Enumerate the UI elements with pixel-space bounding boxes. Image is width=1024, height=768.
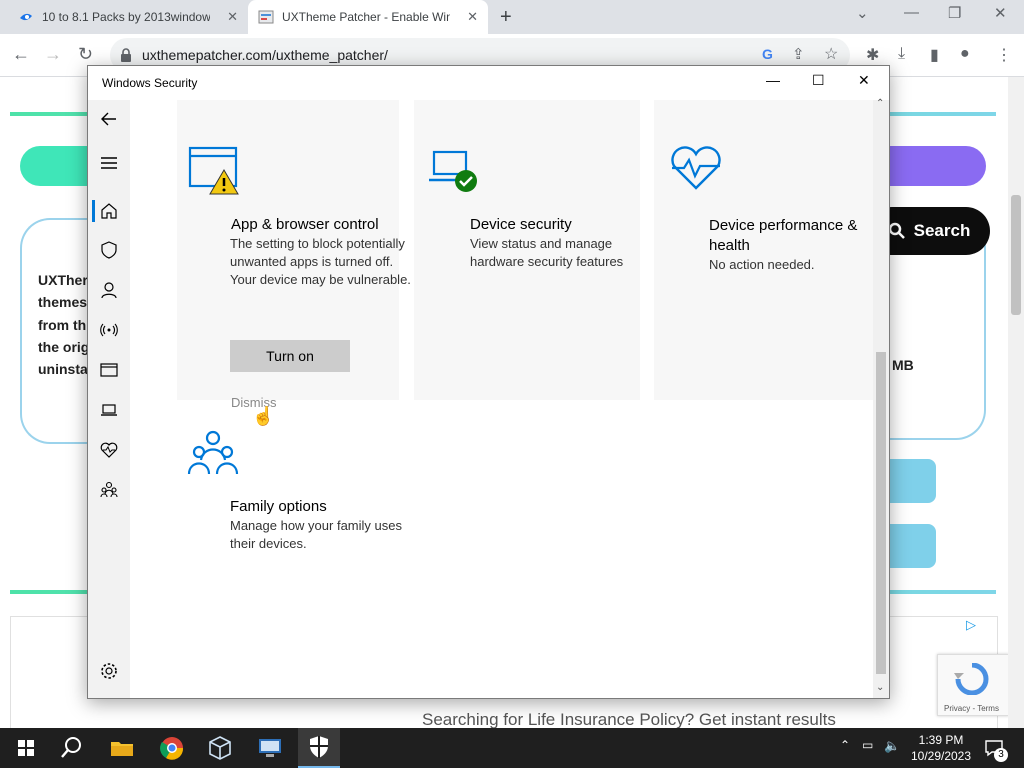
health-heart-icon[interactable] xyxy=(100,441,118,459)
close-icon[interactable]: ✕ xyxy=(858,72,870,89)
lock-icon[interactable] xyxy=(120,48,132,62)
notification-count-badge: 3 xyxy=(994,748,1008,762)
search-button-label: Search xyxy=(913,221,971,240)
shield-icon xyxy=(310,736,328,758)
recaptcha-terms[interactable]: Privacy - Terms xyxy=(944,704,999,713)
network-icon[interactable]: ▭ xyxy=(862,738,873,752)
windows-security-window: Windows Security — ☐ ✕ App & browser con… xyxy=(87,65,890,699)
turn-on-button[interactable]: Turn on xyxy=(230,340,350,372)
device-security-check-icon xyxy=(429,150,477,192)
tab-title: 10 to 8.1 Packs by 2013windows xyxy=(42,10,210,24)
tab-title: UXTheme Patcher - Enable Wind xyxy=(282,10,450,24)
recaptcha-badge[interactable]: Privacy - Terms xyxy=(937,654,1009,716)
virtualbox-icon[interactable] xyxy=(206,734,234,762)
card-desc-app-browser: The setting to block potentially unwante… xyxy=(230,236,411,287)
content-scrollbar-thumb[interactable] xyxy=(876,352,886,674)
windows-security-taskbar-button[interactable] xyxy=(298,728,340,768)
new-tab-icon[interactable]: + xyxy=(500,6,512,29)
device-security-icon[interactable] xyxy=(100,401,118,419)
system-clock[interactable]: 1:39 PM 10/29/2023 xyxy=(905,732,977,764)
file-size-unit: MB xyxy=(892,357,914,373)
ad-text[interactable]: Searching for Life Insurance Policy? Get… xyxy=(422,710,836,730)
scroll-down-icon[interactable]: ⌄ xyxy=(876,682,884,693)
search-icon xyxy=(888,222,905,239)
side-panel-icon[interactable]: ▮ xyxy=(930,45,939,65)
windows-taskbar: ⌃ ▭ 🔈 1:39 PM 10/29/2023 3 xyxy=(0,728,1024,768)
card-title-device-security[interactable]: Device security xyxy=(470,216,572,233)
browser-tab-2-active[interactable]: UXTheme Patcher - Enable Wind ✕ xyxy=(248,0,488,34)
family-options-icon xyxy=(187,430,239,475)
download-icon[interactable]: ⤓ xyxy=(898,45,905,63)
back-arrow-icon[interactable] xyxy=(100,110,118,128)
browser-tab-1[interactable]: 10 to 8.1 Packs by 2013windows ✕ xyxy=(8,0,248,34)
close-tab-icon[interactable]: ✕ xyxy=(227,9,238,25)
reload-icon[interactable]: ↻ xyxy=(78,44,93,65)
profile-avatar-icon[interactable]: ● xyxy=(960,45,970,63)
file-explorer-icon[interactable] xyxy=(108,734,136,762)
window-title: Windows Security xyxy=(102,76,198,90)
restore-icon[interactable]: ❐ xyxy=(948,4,961,22)
clock-date: 10/29/2023 xyxy=(910,749,972,763)
google-lens-icon[interactable]: G xyxy=(762,46,773,62)
maximize-icon[interactable]: ☐ xyxy=(812,72,825,89)
back-icon[interactable]: ← xyxy=(12,44,30,65)
bookmark-star-icon[interactable]: ☆ xyxy=(824,44,838,64)
security-content: App & browser control The setting to blo… xyxy=(130,100,873,698)
browser-tab-bar: 10 to 8.1 Packs by 2013windows ✕ UXTheme… xyxy=(0,0,1024,34)
close-window-icon[interactable]: ✕ xyxy=(994,4,1007,22)
recaptcha-icon xyxy=(954,663,989,695)
app-browser-warning-icon xyxy=(188,146,239,195)
settings-gear-icon[interactable] xyxy=(100,662,118,680)
page-scrollbar-thumb[interactable] xyxy=(1011,195,1021,315)
chrome-menu-icon[interactable]: ⋮ xyxy=(996,45,1012,65)
shield-icon[interactable] xyxy=(100,241,118,259)
card-desc-family-options: Manage how your family uses their device… xyxy=(230,518,402,551)
site-favicon-icon xyxy=(20,13,32,21)
forward-icon[interactable]: → xyxy=(44,44,62,65)
card-text-line: the orig xyxy=(38,339,90,355)
minimize-icon[interactable]: — xyxy=(904,4,919,21)
card-text-line: uninsta xyxy=(38,361,88,377)
card-text-line: from th xyxy=(38,317,87,333)
url-text: uxthemepatcher.com/uxtheme_patcher/ xyxy=(142,47,388,63)
card-desc-device-performance: No action needed. xyxy=(709,257,815,272)
selected-nav-indicator xyxy=(92,200,95,222)
hamburger-menu-icon[interactable] xyxy=(100,154,118,172)
show-hidden-icons-chevron-icon[interactable]: ⌃ xyxy=(840,738,850,752)
close-tab-icon[interactable]: ✕ xyxy=(467,9,478,25)
card-title-family-options[interactable]: Family options xyxy=(230,498,327,515)
firewall-network-icon[interactable] xyxy=(100,321,118,339)
page-scrollbar[interactable] xyxy=(1008,77,1024,728)
card-text-line: UXTher xyxy=(38,272,88,288)
clock-time: 1:39 PM xyxy=(918,733,964,747)
card-title-device-performance[interactable]: Device performance & health xyxy=(709,216,879,256)
scroll-up-icon[interactable]: ⌃ xyxy=(876,98,884,109)
minimize-icon[interactable]: — xyxy=(766,72,780,88)
start-windows-icon[interactable] xyxy=(12,734,40,762)
card-title-app-browser[interactable]: App & browser control xyxy=(231,216,379,233)
title-bar[interactable]: Windows Security — ☐ ✕ xyxy=(88,66,889,100)
card-desc-device-security: View status and manage hardware security… xyxy=(470,236,624,269)
site-favicon-icon xyxy=(258,10,274,24)
green-banner xyxy=(20,146,90,186)
ad-choices-icon[interactable]: ▷ xyxy=(966,617,976,633)
health-heart-icon xyxy=(671,146,721,190)
extensions-icon[interactable]: ✱ xyxy=(866,45,879,65)
navigation-pane xyxy=(88,100,130,698)
tab-search-chevron-icon[interactable]: ⌄ xyxy=(856,4,869,22)
card-text-line: themes xyxy=(38,294,88,310)
home-icon[interactable] xyxy=(100,202,118,220)
remote-desktop-icon[interactable] xyxy=(256,734,284,762)
share-icon[interactable]: ⇪ xyxy=(792,45,805,63)
purple-banner xyxy=(880,146,986,186)
volume-muted-icon[interactable]: 🔈 xyxy=(884,738,900,754)
search-icon[interactable] xyxy=(58,734,86,762)
account-icon[interactable] xyxy=(100,281,118,299)
app-browser-icon[interactable] xyxy=(100,361,118,379)
chrome-icon[interactable] xyxy=(158,734,186,762)
family-icon[interactable] xyxy=(100,481,118,499)
hand-cursor-icon: ☝ xyxy=(252,406,275,426)
